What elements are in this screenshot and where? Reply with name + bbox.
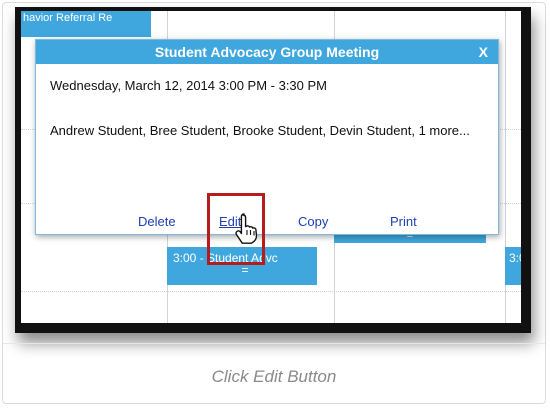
calendar-event-behavior-referral[interactable]: havior Referral Re [21,11,151,37]
delete-button[interactable]: Delete [138,214,176,229]
screenshot-border: havior Referral Re = 3:00 - Student Advc… [15,7,531,333]
event-label: 3:0 [509,251,521,265]
image-frame: havior Referral Re = 3:00 - Student Advc… [2,2,546,404]
popup-actions: Delete Edit Copy Print [36,214,498,232]
calendar-event-partial[interactable]: 3:0 [505,247,521,285]
event-datetime: Wednesday, March 12, 2014 3:00 PM - 3:30… [50,78,327,93]
grid-line [21,291,521,292]
event-attendees: Andrew Student, Bree Student, Brooke Stu… [50,123,470,138]
popup-title: Student Advocacy Group Meeting [154,44,380,60]
calendar-view: havior Referral Re = 3:00 - Student Advc… [21,11,521,323]
caption-divider [3,343,545,344]
print-button[interactable]: Print [390,214,417,229]
copy-button[interactable]: Copy [298,214,328,229]
event-detail-popup: Student Advocacy Group Meeting X Wednesd… [35,39,499,235]
hand-pointer-icon [235,213,258,244]
popup-header: Student Advocacy Group Meeting X [36,40,498,64]
image-caption: Click Edit Button [211,367,337,386]
close-button[interactable]: X [479,40,488,64]
event-marker: = [241,263,249,277]
event-label: havior Referral Re [23,12,113,24]
